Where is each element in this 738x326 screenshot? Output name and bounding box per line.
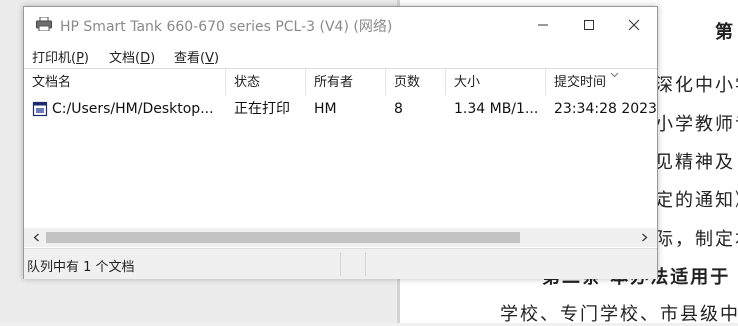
menu-printer[interactable]: 打印机(P) (32, 47, 89, 66)
menu-accelerator: V (205, 51, 214, 66)
job-document-name: C:/Users/HM/Desktop... (52, 101, 214, 117)
column-header-owner[interactable]: 所有者 (306, 69, 386, 95)
scroll-thumb[interactable] (46, 232, 520, 243)
sort-chevron-icon (610, 72, 619, 78)
scroll-left-button[interactable] (26, 228, 46, 247)
menu-view[interactable]: 查看(V) (174, 47, 219, 66)
table-row[interactable]: C:/Users/HM/Desktop... 正在打印 HM 8 1.34 MB… (24, 97, 657, 121)
doc-text-line: 小学教师专 (655, 114, 738, 135)
doc-text-line: 际，制定本 (655, 229, 738, 250)
menu-label-end: ) (213, 51, 220, 66)
job-submitted: 23:34:28 2023 (554, 101, 657, 117)
print-job-icon (32, 101, 48, 117)
close-button[interactable] (611, 7, 657, 43)
menu-document[interactable]: 文档(D) (109, 47, 155, 66)
queue-status-text: 队列中有 1 个文档 (27, 260, 135, 275)
window-title: HP Smart Tank 660-670 series PCL-3 (V4) … (60, 19, 393, 35)
menu-label-end: ) (150, 51, 156, 66)
chevron-left-icon (33, 233, 39, 242)
menu-bar: 打印机(P) 文档(D) 查看(V) (24, 43, 657, 67)
printer-icon (36, 17, 52, 31)
column-header-size[interactable]: 大小 (446, 69, 546, 95)
column-header-pages[interactable]: 页数 (386, 69, 446, 95)
column-header-document-name[interactable]: 文档名 (24, 69, 226, 95)
horizontal-scrollbar[interactable] (24, 228, 657, 247)
menu-label-end: ) (83, 51, 89, 66)
print-queue-window: HP Smart Tank 660-670 series PCL-3 (V4) … (23, 6, 658, 279)
doc-heading-fragment: 第 (715, 22, 735, 43)
column-header-submitted[interactable]: 提交时间 (546, 69, 657, 95)
job-owner: HM (314, 101, 337, 117)
close-icon (628, 19, 640, 31)
scroll-right-button[interactable] (634, 228, 654, 247)
chevron-right-icon (641, 233, 647, 242)
menu-label: 查看( (174, 51, 206, 66)
job-status: 正在打印 (234, 101, 290, 117)
maximize-button[interactable] (566, 7, 612, 43)
title-bar[interactable]: HP Smart Tank 660-670 series PCL-3 (V4) … (24, 7, 657, 43)
doc-text-line: 定的通知》 (655, 190, 738, 211)
status-divider (365, 252, 366, 276)
status-divider (340, 252, 341, 276)
job-size: 1.34 MB/1... (454, 101, 539, 117)
doc-text-line: 学校、专门学校、市县级中 (500, 304, 738, 325)
menu-accelerator: D (140, 51, 151, 66)
menu-label: 文档( (109, 51, 141, 66)
doc-text-line: 深化中小学 (655, 75, 738, 96)
minimize-button[interactable] (520, 7, 566, 43)
minimize-icon (538, 24, 548, 26)
maximize-icon (584, 20, 594, 30)
doc-text-line: 见精神及《 (655, 152, 738, 173)
status-bar: 队列中有 1 个文档 (24, 248, 657, 279)
job-list: 文档名 状态 所有者 页数 大小 提交时间 C:/Users/HM/Deskto… (24, 68, 657, 229)
menu-label: 打印机( (32, 51, 77, 66)
job-pages: 8 (394, 101, 403, 117)
column-header-status[interactable]: 状态 (226, 69, 306, 95)
menu-accelerator: P (76, 51, 84, 66)
